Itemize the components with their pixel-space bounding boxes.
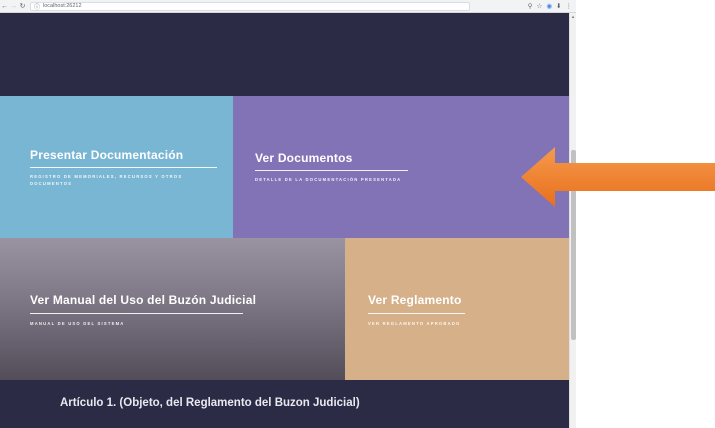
left-arrow-annotation: [521, 147, 715, 207]
scroll-up-icon[interactable]: ▲: [571, 14, 575, 19]
tile-subtitle: DETALLE DE LA DOCUMENTACIÓN PRESENTADA: [255, 177, 402, 182]
tile-presentar-documentacion[interactable]: Presentar Documentación REGISTRO DE MEMO…: [0, 96, 233, 238]
tile-subtitle: VER REGLAMENTO APROBADO: [368, 321, 461, 326]
reload-icon[interactable]: ↻: [18, 0, 27, 13]
back-arrow-icon[interactable]: ←: [0, 0, 9, 13]
tile-title: Ver Reglamento: [368, 293, 462, 307]
article-heading: Artículo 1. (Objeto, del Reglamento del …: [60, 397, 360, 409]
tile-ver-manual[interactable]: Ver Manual del Uso del Buzón Judicial MA…: [0, 238, 345, 380]
forward-arrow-icon[interactable]: →: [9, 0, 18, 13]
tile-ver-reglamento[interactable]: Ver Reglamento VER REGLAMENTO APROBADO: [345, 238, 569, 380]
tile-title: Presentar Documentación: [30, 148, 184, 162]
tile-title: Ver Manual del Uso del Buzón Judicial: [30, 293, 257, 307]
page-content: Presentar Documentación REGISTRO DE MEMO…: [0, 13, 569, 428]
tile-underline: [30, 167, 217, 168]
key-icon[interactable]: ⚲: [528, 0, 533, 13]
tile-subtitle: MANUAL DE USO DEL SISTEMA: [30, 321, 125, 326]
tile-underline: [255, 170, 408, 171]
tile-underline: [368, 313, 465, 314]
address-bar[interactable]: ⓘ localhost:26212: [30, 1, 470, 11]
menu-icon[interactable]: ⋮: [566, 0, 573, 13]
tile-title: Ver Documentos: [255, 151, 353, 165]
url-text: localhost:26212: [43, 3, 82, 9]
tile-underline: [30, 313, 243, 314]
extension-icon[interactable]: ◉: [546, 0, 552, 13]
info-icon[interactable]: ⓘ: [34, 2, 40, 11]
browser-toolbar: ← → ↻ ⓘ localhost:26212 ⚲ ☆ ◉ ⬇ ⋮: [0, 0, 576, 13]
download-icon[interactable]: ⬇: [556, 0, 561, 13]
star-icon[interactable]: ☆: [537, 0, 543, 13]
tile-subtitle: REGISTRO DE MEMORIALES, RECURSOS Y OTROS…: [30, 174, 183, 186]
scrollbar[interactable]: ▲: [569, 13, 576, 428]
arrow-shape: [521, 147, 715, 207]
